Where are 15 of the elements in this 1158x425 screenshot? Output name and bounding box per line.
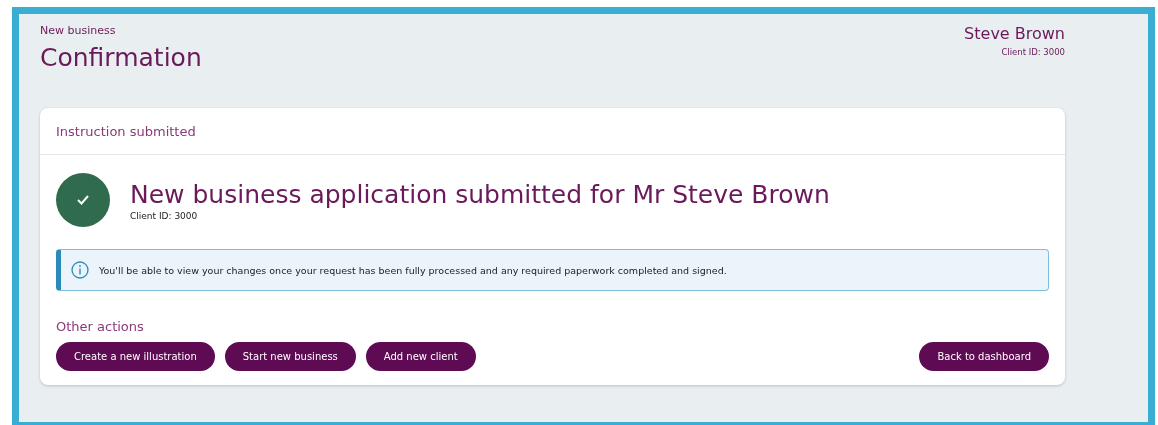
info-text: You'll be able to view your changes once your request has been fully processed and any required paperwork completed and signed. bbox=[99, 264, 727, 276]
breadcrumb: New business bbox=[40, 24, 117, 37]
confirmation-message: New business application submitted for Mr Steve Brown bbox=[130, 179, 830, 209]
client-id: Client ID: 3000 bbox=[1000, 47, 1065, 57]
client-id: Client ID: 3000 bbox=[130, 210, 199, 221]
action-button[interactable]: Add new client bbox=[365, 342, 476, 371]
page-title: Confirmation bbox=[40, 43, 202, 72]
action-button[interactable]: Create a new illustration bbox=[56, 342, 215, 371]
action-button[interactable]: Start new business bbox=[224, 342, 356, 371]
info-icon bbox=[71, 261, 89, 279]
check-icon bbox=[56, 173, 110, 227]
user-name: Steve Brown bbox=[964, 24, 1065, 43]
back-to-dashboard-button[interactable]: Back to dashboard bbox=[919, 342, 1049, 371]
section-heading: Other actions bbox=[56, 319, 145, 334]
card-heading: Instruction submitted bbox=[56, 123, 196, 139]
